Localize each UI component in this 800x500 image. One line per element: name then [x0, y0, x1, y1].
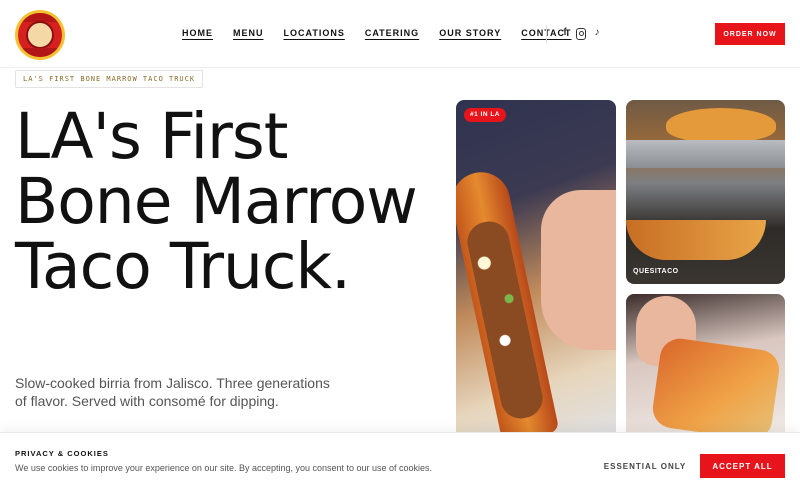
- cookie-title: PRIVACY & COOKIES: [15, 449, 109, 458]
- nav-divider: [546, 25, 547, 43]
- hero-tag: LA'S FIRST BONE MARROW TACO TRUCK: [15, 70, 204, 88]
- photo-quesitaco: QUESITACO: [626, 100, 785, 284]
- hero-subtitle: Slow-cooked birria from Jalisco. Three g…: [15, 375, 330, 409]
- number-one-badge: #1 IN LA: [464, 108, 507, 122]
- site-header: HOME MENU LOCATIONS CATERING OUR STORY C…: [0, 0, 800, 68]
- photo-taco-grill: [626, 220, 766, 260]
- photo-bone-marrow-taco: #1 IN LA: [456, 100, 616, 440]
- essential-only-button[interactable]: ESSENTIAL ONLY: [600, 454, 690, 478]
- taco-truck-logo-icon[interactable]: [15, 10, 65, 60]
- logo-band-bottom: [18, 48, 62, 57]
- instagram-icon[interactable]: [576, 28, 586, 40]
- nav-catering[interactable]: CATERING: [365, 28, 419, 38]
- nav-home[interactable]: HOME: [182, 28, 213, 38]
- social-links: f ♪: [560, 27, 602, 40]
- logo-emblem: [26, 21, 54, 49]
- order-now-button[interactable]: ORDER NOW: [715, 23, 785, 45]
- nav-menu[interactable]: MENU: [233, 28, 264, 38]
- hero-headline: LA's First Bone Marrow Taco Truck.: [15, 100, 418, 303]
- photo-spatula: [626, 140, 785, 168]
- quesitaco-label: QUESITACO: [633, 268, 679, 275]
- accept-all-button[interactable]: ACCEPT ALL: [700, 454, 785, 478]
- photo-cheese-pull: [626, 294, 785, 444]
- cookie-text: We use cookies to improve your experienc…: [15, 463, 433, 473]
- photo-taco-cheese: [650, 336, 782, 442]
- facebook-icon[interactable]: f: [560, 27, 570, 39]
- nav-locations[interactable]: LOCATIONS: [284, 28, 345, 38]
- tiktok-icon[interactable]: ♪: [592, 27, 602, 39]
- nav-our-story[interactable]: OUR STORY: [439, 28, 501, 38]
- photo-hand: [541, 190, 616, 350]
- photo-taco-top: [666, 108, 776, 142]
- main-nav: HOME MENU LOCATIONS CATERING OUR STORY C…: [182, 28, 572, 38]
